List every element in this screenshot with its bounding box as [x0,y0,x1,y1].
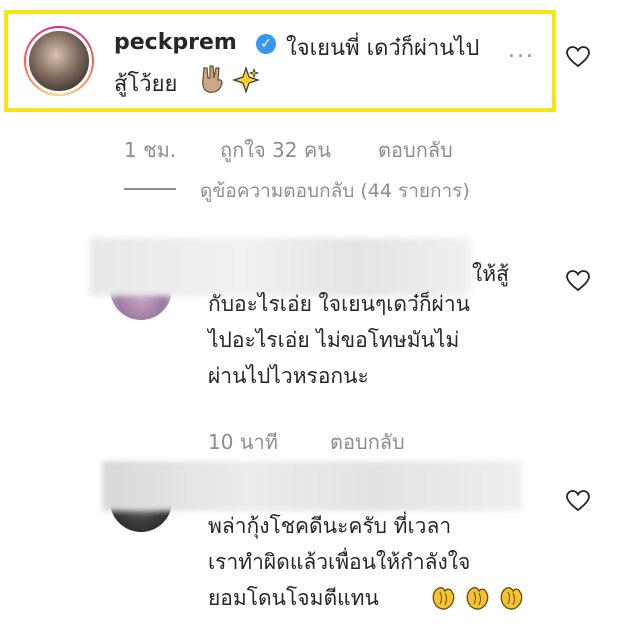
comment-text-line4: ผ่านไปไวหรอกนะ [208,364,369,388]
comment-text-line1: ใจเยนพี่ เดว๋ก็ผ่านไป [286,36,480,61]
comment-username[interactable]: peckprem [114,30,237,55]
avatar-image [26,28,92,94]
blurred-username [102,461,522,511]
comment-text-line1: ให้สู้ [472,262,509,286]
view-replies-link[interactable]: ดูข้อความตอบกลับ (44 รายการ) [200,176,470,206]
hand-emoji-icon [202,65,223,93]
reply-button[interactable]: ตอบกลับ [378,134,453,166]
comment-text-line3: ยอมโดนโจมตีแทน [208,586,379,610]
like-heart-icon[interactable] [566,46,590,68]
like-heart-icon[interactable] [566,490,590,512]
like-heart-icon[interactable] [566,270,590,292]
clapping-hands-icon [466,587,489,610]
clapping-hands-icon [432,587,455,610]
verified-badge-icon: ✓ [256,34,276,54]
likes-count-link[interactable]: ถูกใจ 32 คน [220,134,331,166]
comment-text-line2: เราทำผิดแล้วเพื่อนให้กำลังใจ [208,550,471,574]
replies-divider-line [124,188,176,190]
avatar-peckprem[interactable] [24,26,94,96]
more-text-link[interactable]: ... [508,38,535,63]
comment-text-line1: พล่ากุ้งโชคดีนะครับ ที่เวลา [208,514,452,538]
sparkle-emoji-icon [232,66,260,94]
comment-time: 10 นาที [208,430,278,454]
comment-text-line2: สู้โว้ยย [114,72,178,97]
clapping-hands-icon [500,587,523,610]
reply-button[interactable]: ตอบกลับ [330,426,405,458]
comment-text-line3: ไปอะไรเอ่ย ไม่ขอโทษมันไม่ [208,328,460,352]
comment-text-line2: กับอะไรเอ่ย ใจเยนๆเดว๋ก็ผ่าน [208,292,470,316]
comment-time: 1 ชม. [124,138,177,162]
